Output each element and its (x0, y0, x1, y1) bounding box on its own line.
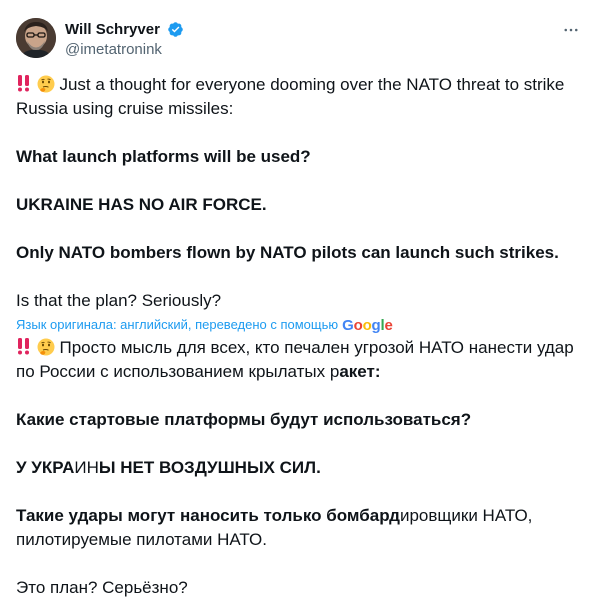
translated-text-line-1b: акет: (339, 362, 381, 381)
original-line-1: Just a thought for everyone dooming over… (16, 73, 576, 121)
translation-note[interactable]: Язык оригинала: английский, переведено с… (16, 316, 576, 335)
original-only-nato: Only NATO bombers flown by NATO pilots c… (16, 243, 559, 262)
translated-question-a: Какие стартовые платформы бу (16, 410, 290, 429)
original-question: What launch platforms will be used? (16, 147, 311, 166)
double-exclamation-emoji (16, 74, 32, 92)
translated-no-air-force-b: ИН (74, 458, 99, 477)
translated-line-1: Просто мысль для всех, кто печален угроз… (16, 336, 576, 384)
original-text-line-1: Just a thought for everyone dooming over… (16, 75, 565, 118)
translated-question: Какие стартовые платформы будут использо… (16, 408, 576, 432)
translated-only-nato: Такие удары могут наносить только бомбар… (16, 504, 576, 552)
more-options-icon[interactable] (561, 20, 581, 40)
verified-badge-icon (167, 21, 184, 38)
double-exclamation-emoji (16, 337, 32, 355)
author-display-name[interactable]: Will Schryver (65, 20, 160, 39)
translated-text-line-1a: Просто мысль для всех, кто печален угроз… (16, 338, 574, 381)
tweet-header: Will Schryver @imetatronink (16, 18, 581, 62)
thinking-face-emoji (37, 75, 55, 93)
original-closing: Is that the plan? Seriously? (16, 291, 222, 310)
tweet-body: Just a thought for everyone dooming over… (16, 73, 576, 600)
google-logo: Google (342, 317, 393, 334)
original-no-air-force: UKRAINE HAS NO AIR FORCE. (16, 195, 267, 214)
translated-no-air-force-c: Ы НЕТ ВОЗДУШНЫХ СИЛ. (98, 458, 321, 477)
avatar[interactable] (16, 18, 56, 58)
translated-no-air-force: У УКРАИНЫ НЕТ ВОЗДУШНЫХ СИЛ. (16, 456, 576, 480)
translated-no-air-force-a: У УКРА (16, 458, 75, 477)
translated-closing: Это план? Серьёзно? (16, 578, 188, 597)
translated-only-nato-a: Такие удары могут наносить только бомбар… (16, 506, 400, 525)
author-name-block: Will Schryver @imetatronink (65, 20, 184, 59)
tweet: Will Schryver @imetatronink Just a thoug… (0, 0, 597, 597)
author-handle[interactable]: @imetatronink (65, 40, 184, 59)
thinking-face-emoji (37, 338, 55, 356)
translation-note-text: Язык оригинала: английский, переведено с… (16, 317, 339, 332)
translated-question-b: д (289, 410, 301, 429)
translated-question-c: ут использоваться? (300, 410, 472, 429)
